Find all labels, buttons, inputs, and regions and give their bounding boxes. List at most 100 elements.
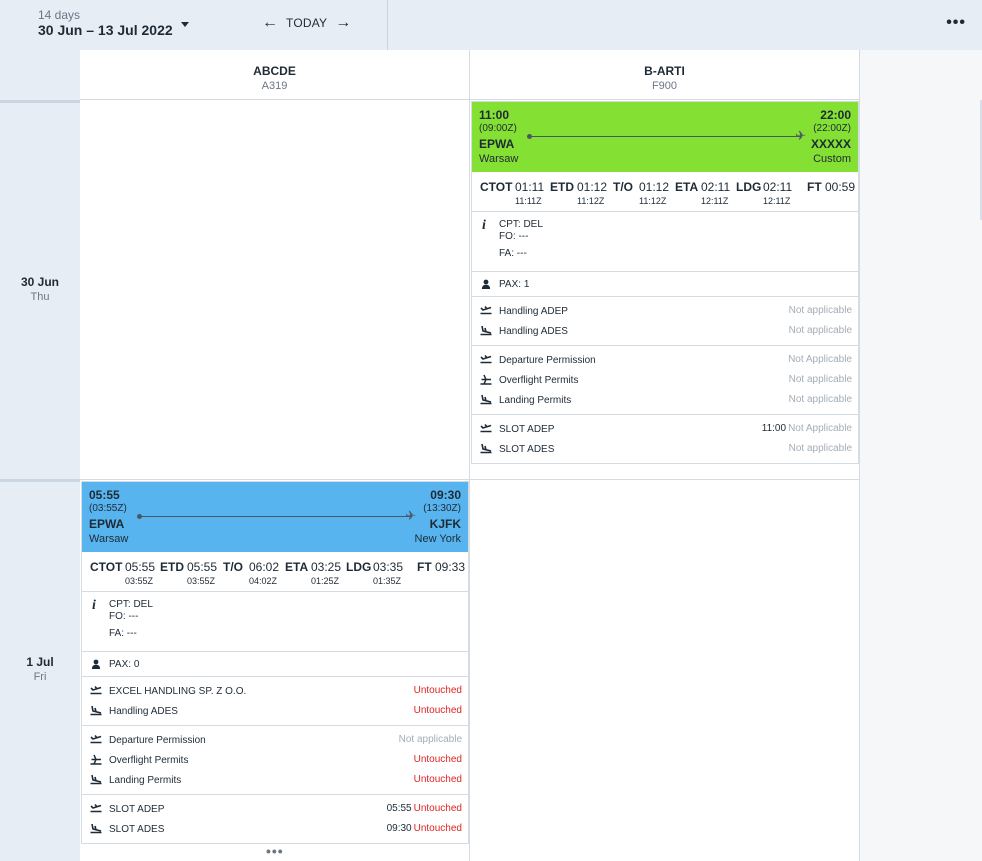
day-label: 30 Jun Thu xyxy=(0,275,80,303)
person-icon xyxy=(91,659,101,669)
service-status: Not applicable xyxy=(788,394,852,405)
crew-flight-attendant: FA: --- xyxy=(109,628,137,639)
crew-section[interactable]: i CPT: DEL FO: --- FA: --- xyxy=(82,592,468,652)
date-range-selector[interactable]: 14 days 30 Jun – 13 Jul 2022 ← TODAY → xyxy=(0,0,388,50)
service-name: EXCEL HANDLING SP. Z O.O. xyxy=(109,686,247,697)
today-button[interactable]: TODAY xyxy=(286,16,327,30)
departure-airport: EPWA xyxy=(89,517,125,531)
service-name: Landing Permits xyxy=(499,395,572,406)
column-divider xyxy=(859,100,860,861)
service-row[interactable]: Departure Permission Not Applicable xyxy=(472,350,858,370)
takeoff-icon xyxy=(90,734,102,744)
person-icon xyxy=(481,279,491,289)
service-row[interactable]: EXCEL HANDLING SP. Z O.O. Untouched xyxy=(82,681,468,701)
show-more-icon[interactable]: ••• xyxy=(266,843,284,859)
etd-value: 05:55 xyxy=(187,560,218,574)
arrival-airport: KJFK xyxy=(429,517,461,531)
day-separator xyxy=(0,479,80,482)
departure-time: 11:00 xyxy=(479,108,510,122)
service-status-cell: 05:55 Untouched xyxy=(387,803,462,814)
service-row[interactable]: Departure Permission Not applicable xyxy=(82,730,468,750)
empty-area xyxy=(860,50,982,861)
arrow-left-icon[interactable]: ← xyxy=(262,15,278,31)
caret-down-icon[interactable] xyxy=(181,22,189,27)
service-name: Handling ADES xyxy=(109,706,178,717)
more-horizontal-icon[interactable]: ••• xyxy=(946,14,966,32)
flight-card[interactable]: 05:55 (03:55Z) EPWA Warsaw ✈ 09:30 (13:3… xyxy=(81,481,469,844)
info-icon: i xyxy=(92,598,96,613)
landing-value: 03:35 xyxy=(373,560,404,574)
crew-section[interactable]: i CPT: DEL FO: --- FA: --- xyxy=(472,212,858,272)
aircraft-header[interactable]: B-ARTI F900 xyxy=(470,50,860,100)
arrival-airport: XXXXX xyxy=(810,137,851,151)
landing-icon xyxy=(90,705,102,716)
service-status: Not applicable xyxy=(788,443,852,454)
ctot-utc: 03:55Z xyxy=(125,576,154,586)
pax-count: PAX: 0 xyxy=(109,659,140,670)
service-row[interactable]: Landing Permits Untouched xyxy=(82,770,468,790)
airplane-icon: ✈ xyxy=(795,128,806,143)
takeoff-label: T/O xyxy=(223,560,243,574)
service-row[interactable]: Handling ADEP Not applicable xyxy=(472,301,858,321)
service-name: SLOT ADES xyxy=(499,444,555,455)
service-row[interactable]: SLOT ADES 09:30 Untouched xyxy=(82,819,468,839)
days-count: 14 days xyxy=(38,8,81,22)
service-status: Untouched xyxy=(413,685,462,696)
departure-time-utc: (09:00Z) xyxy=(479,123,517,134)
takeoff-utc: 11:12Z xyxy=(639,196,667,206)
service-row[interactable]: SLOT ADEP 11:00 Not Applicable xyxy=(472,419,858,439)
aircraft-type: F900 xyxy=(651,80,678,92)
flight-card[interactable]: 11:00 (09:00Z) EPWA Warsaw ✈ 22:00 (22:0… xyxy=(471,101,859,464)
slots-group: SLOT ADEP 05:55 Untouched SLOT ADES 09:30… xyxy=(82,795,468,843)
departure-airport: EPWA xyxy=(479,137,515,151)
arrival-time: 09:30 xyxy=(430,488,461,502)
arrival-city: Custom xyxy=(813,153,851,165)
day-date: 1 Jul xyxy=(26,655,54,669)
service-row[interactable]: Handling ADES Untouched xyxy=(82,701,468,721)
landing-utc: 12:11Z xyxy=(763,196,791,206)
ctot-value: 01:11 xyxy=(515,180,545,194)
crew-first-officer: FO: --- xyxy=(499,231,529,242)
service-status: Untouched xyxy=(413,705,462,716)
ctot-utc: 11:11Z xyxy=(515,196,542,206)
service-row[interactable]: SLOT ADEP 05:55 Untouched xyxy=(82,799,468,819)
takeoff-icon xyxy=(90,685,102,695)
landing-icon xyxy=(90,774,102,785)
service-row[interactable]: Landing Permits Not applicable xyxy=(472,390,858,410)
date-range[interactable]: 30 Jun – 13 Jul 2022 xyxy=(38,22,173,38)
aircraft-header[interactable]: ABCDE A319 xyxy=(80,50,470,100)
crew-captain: CPT: DEL xyxy=(499,219,543,230)
service-row[interactable]: Overflight Permits Untouched xyxy=(82,750,468,770)
flight-time-label: FT xyxy=(807,180,822,194)
service-row[interactable]: Handling ADES Not applicable xyxy=(472,321,858,341)
takeoff-utc: 04:02Z xyxy=(249,576,278,586)
aircraft-registration: B-ARTI xyxy=(644,64,685,78)
arrow-right-icon[interactable]: → xyxy=(335,15,351,31)
day-separator xyxy=(0,100,80,103)
service-status: Untouched xyxy=(413,774,462,785)
pax-section[interactable]: PAX: 0 xyxy=(82,652,468,677)
service-row[interactable]: SLOT ADES Not applicable xyxy=(472,439,858,459)
service-status: Untouched xyxy=(413,823,462,834)
permits-group: Departure Permission Not applicable Over… xyxy=(82,726,468,795)
landing-label: LDG xyxy=(346,560,372,574)
flight-header[interactable]: 05:55 (03:55Z) EPWA Warsaw ✈ 09:30 (13:3… xyxy=(82,482,468,552)
service-row[interactable]: Overflight Permits Not applicable xyxy=(472,370,858,390)
service-name: SLOT ADES xyxy=(109,824,165,835)
slots-group: SLOT ADEP 11:00 Not Applicable SLOT ADES … xyxy=(472,415,858,463)
eta-label: ETA xyxy=(285,560,309,574)
eta-value: 03:25 xyxy=(311,560,342,574)
eta-utc: 01:25Z xyxy=(311,576,340,586)
service-status: Not applicable xyxy=(788,374,852,385)
etd-utc: 11:12Z xyxy=(577,196,605,206)
flight-header[interactable]: 11:00 (09:00Z) EPWA Warsaw ✈ 22:00 (22:0… xyxy=(472,102,858,172)
crew-captain: CPT: DEL xyxy=(109,599,153,610)
service-status: Not Applicable xyxy=(788,354,852,365)
ctot-label: CTOT xyxy=(480,180,513,194)
landing-value: 02:11 xyxy=(763,180,793,194)
flight-time-value: 00:59 xyxy=(825,180,856,194)
landing-icon xyxy=(480,394,492,405)
pax-section[interactable]: PAX: 1 xyxy=(472,272,858,297)
arrival-time-utc: (22:00Z) xyxy=(813,123,851,134)
service-name: SLOT ADEP xyxy=(109,804,165,815)
